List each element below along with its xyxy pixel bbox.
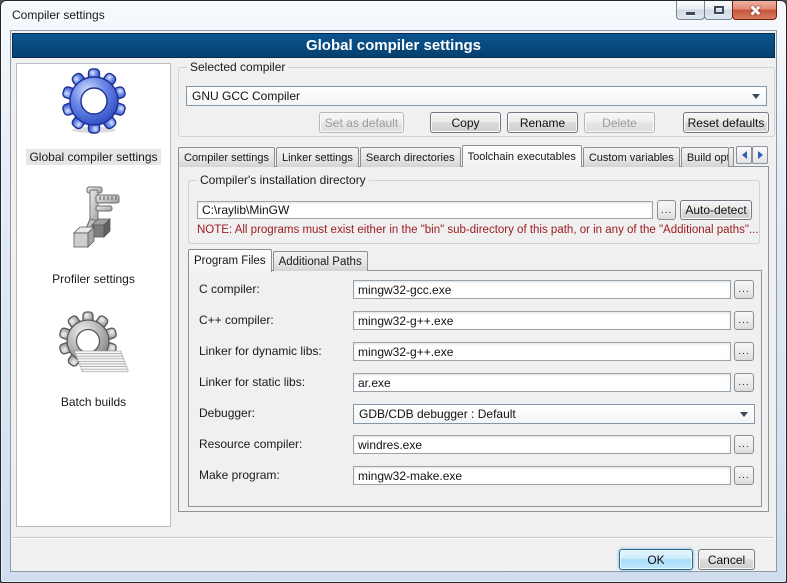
rename-button[interactable]: Rename <box>507 112 578 133</box>
sidebar-item-label: Global compiler settings <box>26 149 160 165</box>
installation-directory-input[interactable] <box>197 201 653 219</box>
blue-gear-icon <box>17 68 170 136</box>
sidebar-item-label: Batch builds <box>58 394 129 410</box>
settings-tab-bar: Compiler settings Linker settings Search… <box>178 143 728 167</box>
debugger-select[interactable]: GDB/CDB debugger : Default <box>353 404 755 424</box>
copy-button[interactable]: Copy <box>430 112 501 133</box>
close-icon <box>749 5 760 16</box>
dialog-body: Global compiler settings <box>10 30 777 572</box>
toolchain-executables-panel: Compiler's installation directory ... Au… <box>178 166 769 512</box>
resource-compiler-input[interactable] <box>353 435 731 454</box>
maximize-button[interactable] <box>704 1 733 20</box>
close-button[interactable] <box>732 1 777 20</box>
tab-linker-settings[interactable]: Linker settings <box>276 147 359 167</box>
make-program-browse-button[interactable]: ... <box>734 466 754 485</box>
static-linker-input[interactable] <box>353 373 731 392</box>
caliper-cubes-icon <box>17 186 170 256</box>
ok-button[interactable]: OK <box>619 549 693 570</box>
debugger-label: Debugger: <box>199 406 255 420</box>
compiler-settings-window: Compiler settings Global compiler settin… <box>0 0 787 583</box>
settings-category-list: Global compiler settings <box>16 63 171 527</box>
dynamic-linker-label: Linker for dynamic libs: <box>199 344 322 358</box>
debugger-select-value: GDB/CDB debugger : Default <box>359 407 516 421</box>
footer-divider <box>13 537 774 539</box>
c-compiler-label: C compiler: <box>199 282 260 296</box>
tab-toolchain-executables[interactable]: Toolchain executables <box>462 145 582 167</box>
gray-gear-papers-icon <box>17 311 170 383</box>
sidebar-item-batch-builds[interactable]: Batch builds <box>17 311 170 411</box>
bin-directory-note: NOTE: All programs must exist either in … <box>197 224 759 236</box>
title-bar[interactable]: Compiler settings <box>1 1 786 30</box>
static-linker-label: Linker for static libs: <box>199 375 305 389</box>
tab-additional-paths[interactable]: Additional Paths <box>273 251 368 271</box>
cpp-compiler-input[interactable] <box>353 311 731 330</box>
program-files-tab-bar: Program Files Additional Paths <box>188 248 369 271</box>
dynamic-linker-input[interactable] <box>353 342 731 361</box>
installation-directory-group-label: Compiler's installation directory <box>197 173 369 187</box>
sidebar-item-profiler-settings[interactable]: Profiler settings <box>17 186 170 288</box>
tab-search-directories[interactable]: Search directories <box>360 147 461 167</box>
chevron-down-icon <box>740 412 748 417</box>
static-linker-browse-button[interactable]: ... <box>734 373 754 392</box>
tab-scroll-left-button[interactable] <box>736 146 752 164</box>
chevron-down-icon <box>752 94 760 99</box>
minimize-button[interactable] <box>676 1 705 20</box>
installation-directory-browse-button[interactable]: ... <box>657 200 676 220</box>
set-as-default-button[interactable]: Set as default <box>319 112 404 133</box>
reset-defaults-button[interactable]: Reset defaults <box>683 112 769 133</box>
page-title: Global compiler settings <box>12 33 775 58</box>
dynamic-linker-browse-button[interactable]: ... <box>734 342 754 361</box>
c-compiler-browse-button[interactable]: ... <box>734 280 754 299</box>
make-program-input[interactable] <box>353 466 731 485</box>
window-title: Compiler settings <box>12 8 105 22</box>
make-program-label: Make program: <box>199 468 280 482</box>
tab-compiler-settings[interactable]: Compiler settings <box>178 147 275 167</box>
minimize-icon <box>686 12 695 15</box>
cancel-button[interactable]: Cancel <box>698 549 755 570</box>
cpp-compiler-label: C++ compiler: <box>199 313 274 327</box>
tab-program-files[interactable]: Program Files <box>188 249 272 272</box>
selected-compiler-group-label: Selected compiler <box>187 60 288 74</box>
auto-detect-button[interactable]: Auto-detect <box>680 200 752 220</box>
sidebar-item-global-compiler-settings[interactable]: Global compiler settings <box>17 68 170 166</box>
sidebar-item-label: Profiler settings <box>49 271 138 287</box>
tab-custom-variables[interactable]: Custom variables <box>583 147 680 167</box>
tab-scroll-right-button[interactable] <box>752 146 768 164</box>
compiler-select[interactable]: GNU GCC Compiler <box>186 86 767 106</box>
c-compiler-input[interactable] <box>353 280 731 299</box>
arrow-left-icon <box>742 151 747 159</box>
installation-directory-group: Compiler's installation directory ... Au… <box>188 180 760 244</box>
arrow-right-icon <box>758 151 763 159</box>
tab-partial[interactable] <box>728 147 734 166</box>
selected-compiler-group: Selected compiler GNU GCC Compiler Set a… <box>178 67 775 137</box>
tab-build-options[interactable]: Build options <box>681 147 728 167</box>
delete-button[interactable]: Delete <box>584 112 655 133</box>
cpp-compiler-browse-button[interactable]: ... <box>734 311 754 330</box>
compiler-select-value: GNU GCC Compiler <box>192 89 300 103</box>
resource-compiler-label: Resource compiler: <box>199 437 302 451</box>
program-files-panel: C compiler: ... C++ compiler: ... Linker… <box>188 270 762 507</box>
maximize-icon <box>714 6 724 14</box>
resource-compiler-browse-button[interactable]: ... <box>734 435 754 454</box>
